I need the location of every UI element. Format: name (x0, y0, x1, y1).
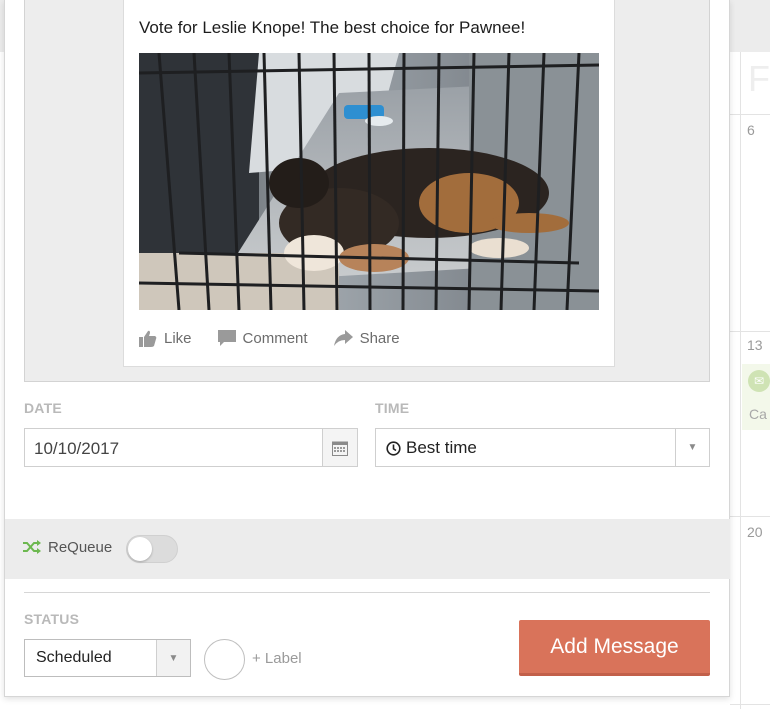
date-picker-button[interactable] (322, 429, 357, 466)
compose-modal: Vote for Leslie Knope! The best choice f… (4, 0, 730, 697)
comment-action[interactable]: Comment (217, 329, 308, 347)
envelope-icon: ✉ (748, 370, 770, 392)
toggle-knob (128, 537, 152, 561)
calendar-event-label: Ca (749, 406, 767, 422)
time-value: Best time (386, 438, 477, 458)
divider (24, 592, 710, 593)
post-actions: Like Comment Share (139, 326, 426, 350)
share-icon (333, 330, 353, 346)
like-action[interactable]: Like (139, 330, 192, 347)
share-label: Share (359, 329, 400, 347)
chevron-down-icon[interactable]: ▼ (156, 640, 190, 676)
calendar-day-number: 20 (747, 524, 763, 540)
calendar-day-header: F (748, 58, 770, 99)
calendar-grid-line (730, 516, 770, 517)
calendar-icon (332, 441, 348, 456)
comment-icon (217, 329, 236, 346)
post-preview-area: Vote for Leslie Knope! The best choice f… (24, 0, 710, 382)
status-value: Scheduled (36, 649, 112, 666)
requeue-toggle[interactable] (126, 535, 178, 563)
add-label-link[interactable]: + Label (252, 650, 302, 667)
chevron-down-icon[interactable]: ▼ (675, 429, 709, 466)
time-value-text: Best time (406, 438, 477, 457)
status-select[interactable]: Scheduled ▼ (24, 639, 191, 677)
facebook-post-preview: Vote for Leslie Knope! The best choice f… (123, 0, 615, 367)
post-image (139, 53, 599, 310)
calendar-grid-line (730, 704, 770, 705)
add-message-button[interactable]: Add Message (519, 620, 710, 676)
shuffle-icon (23, 540, 41, 554)
date-label: DATE (24, 400, 62, 416)
time-label: TIME (375, 400, 410, 416)
comment-label: Comment (242, 329, 308, 347)
clock-icon (386, 440, 401, 456)
calendar-grid-line (740, 52, 741, 709)
requeue-label: ReQueue (48, 539, 113, 556)
calendar-day-number: 6 (747, 122, 755, 138)
calendar-grid-line (730, 114, 770, 115)
time-select[interactable]: Best time ▼ (375, 428, 710, 467)
label-color-picker[interactable] (204, 639, 245, 680)
post-text: Vote for Leslie Knope! The best choice f… (139, 18, 526, 37)
thumbs-up-icon (139, 330, 157, 347)
date-value: 10/10/2017 (34, 439, 120, 458)
date-field[interactable]: 10/10/2017 (24, 428, 358, 467)
status-label: STATUS (24, 611, 80, 627)
share-action[interactable]: Share (333, 329, 400, 347)
requeue-section: ReQueue (5, 519, 730, 579)
like-label: Like (164, 329, 192, 347)
calendar-grid-line (730, 331, 770, 332)
calendar-day-number: 13 (747, 337, 763, 353)
